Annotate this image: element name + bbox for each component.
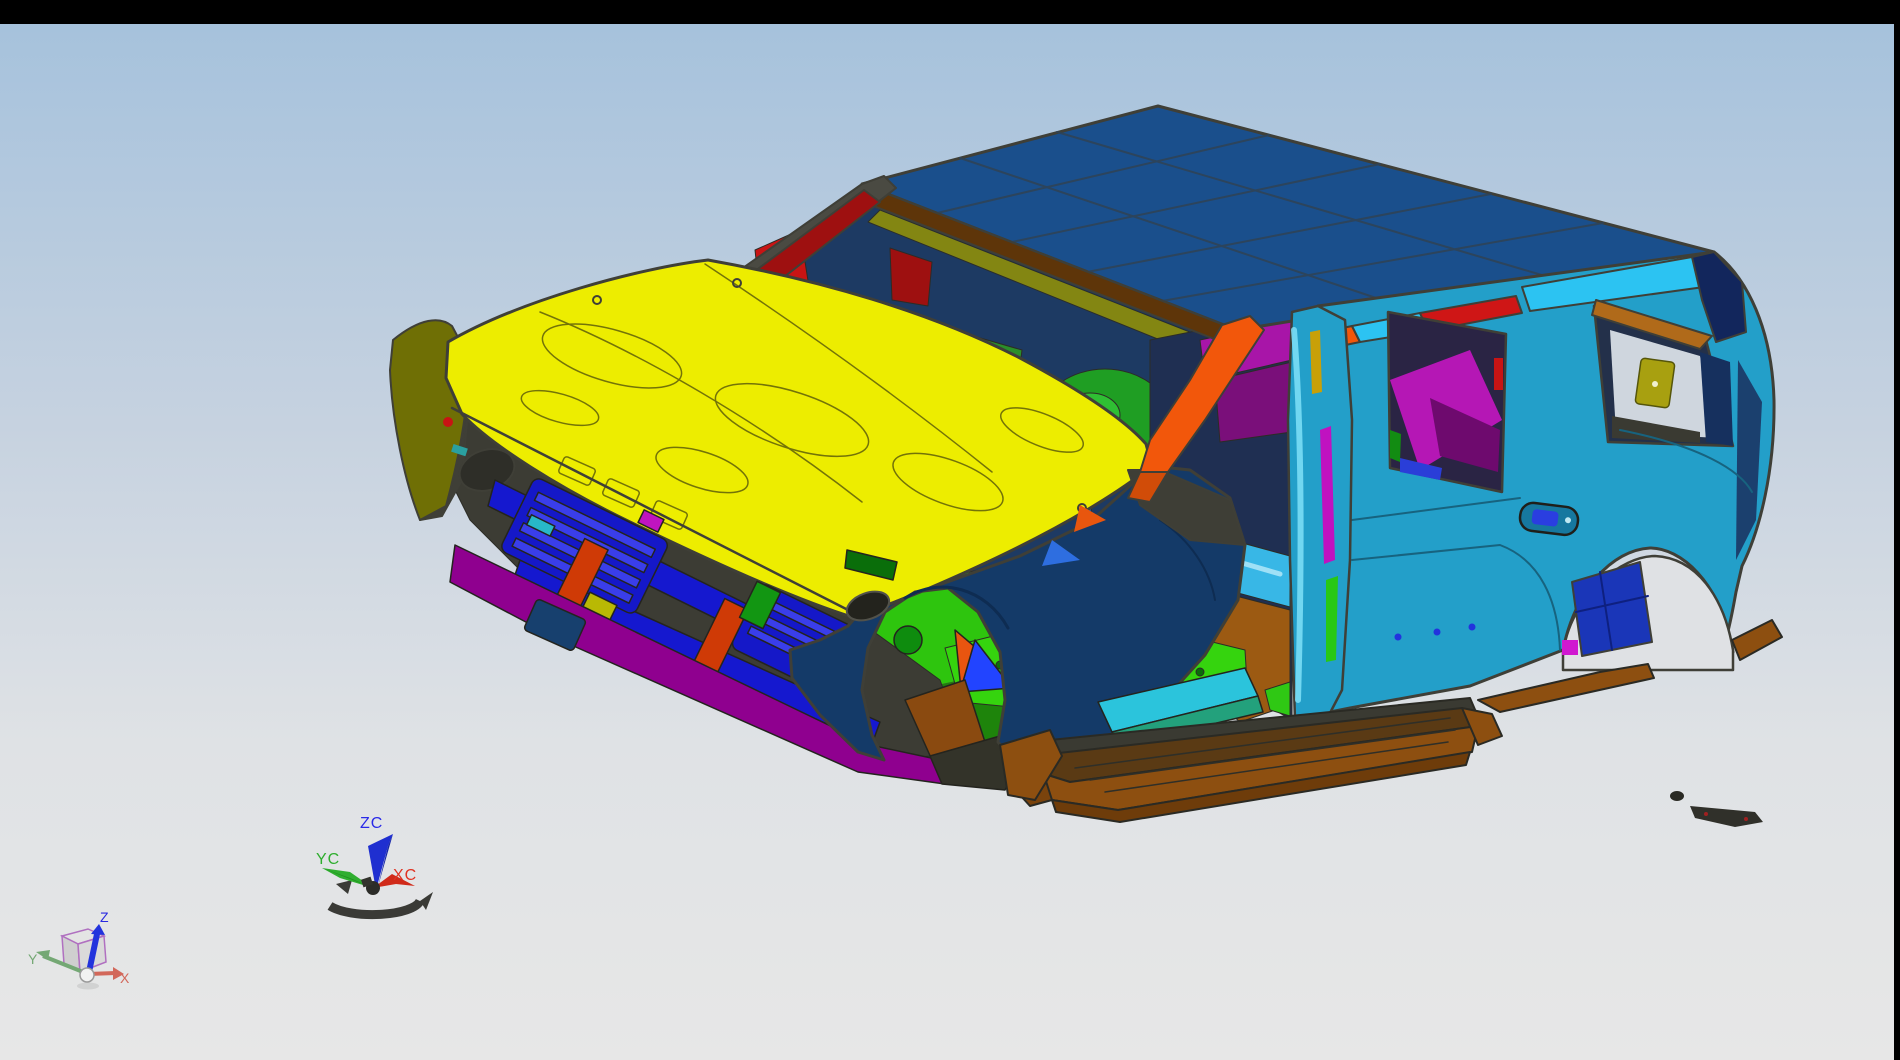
viewport-canvas[interactable]: ZC YC XC Z Y X	[0, 24, 1900, 1060]
view-orientation-gizmo[interactable]: Z Y X	[28, 909, 130, 990]
cad-application-window: ZC YC XC Z Y X	[0, 0, 1900, 1060]
wcs-zc-label: ZC	[360, 815, 383, 832]
gizmo-y-label: Y	[28, 951, 38, 967]
rear-body-side[interactable]	[1296, 252, 1774, 712]
wcs-triad[interactable]: ZC YC XC	[316, 815, 433, 915]
gizmo-z-label: Z	[100, 909, 109, 925]
loose-fragments[interactable]	[1670, 791, 1763, 827]
b-pillar[interactable]	[1288, 306, 1352, 736]
car-model[interactable]	[390, 106, 1782, 822]
gizmo-x-label: X	[120, 970, 130, 986]
wcs-xc-label: XC	[393, 867, 417, 884]
wcs-yc-label: YC	[316, 851, 340, 868]
top-frame-bar	[0, 0, 1900, 24]
